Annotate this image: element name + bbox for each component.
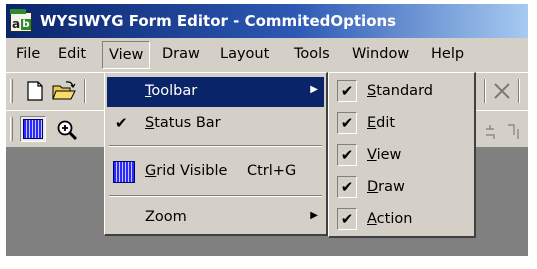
toolbar-grip[interactable] xyxy=(10,79,13,103)
grid-icon xyxy=(23,119,43,139)
align-icon[interactable] xyxy=(484,121,524,141)
form-editor-app-icon[interactable]: a b xyxy=(10,9,32,32)
toolbar-item-view[interactable]: ✔ View xyxy=(331,141,472,171)
view-menu-item-zoom[interactable]: Zoom ▶ xyxy=(107,203,324,233)
menu-view[interactable]: View xyxy=(102,41,151,69)
view-menu-item-toolbar[interactable]: Toolbar ▶ xyxy=(107,77,324,107)
view-menu: Toolbar ▶ ✔ Status Bar Grid Visible Ctrl… xyxy=(104,72,328,236)
menu-file[interactable]: File xyxy=(16,46,40,62)
menu-tools[interactable]: Tools xyxy=(294,46,330,62)
menu-window[interactable]: Window xyxy=(352,46,409,62)
checkmark-icon: ✔ xyxy=(337,80,357,102)
checkmark-icon: ✔ xyxy=(115,114,128,132)
checkmark-icon: ✔ xyxy=(337,144,357,166)
toolbar-separator xyxy=(484,79,486,103)
view-menu-item-status-bar[interactable]: ✔ Status Bar xyxy=(107,109,324,139)
menu-draw[interactable]: Draw xyxy=(162,46,200,62)
toolbar-item-edit[interactable]: ✔ Edit xyxy=(331,109,472,139)
menu-help[interactable]: Help xyxy=(431,46,464,62)
toolbar-item-draw[interactable]: ✔ Draw xyxy=(331,173,472,203)
toolbar-separator xyxy=(84,79,86,103)
menu-bar: File Edit View Draw Layout Tools Window … xyxy=(6,38,528,72)
toolbar-item-action[interactable]: ✔ Action xyxy=(331,205,472,235)
menu-layout[interactable]: Layout xyxy=(220,46,269,62)
app-window: a b WYSIWYG Form Editor - CommitedOption… xyxy=(6,4,528,256)
submenu-arrow-icon: ▶ xyxy=(310,210,318,221)
toolbar-grip[interactable] xyxy=(10,117,13,141)
toolbar-submenu: ✔ Standard ✔ Edit ✔ View ✔ Draw ✔ Action xyxy=(328,72,476,238)
grid-toggle-button[interactable] xyxy=(20,116,46,142)
toolbar-separator xyxy=(518,79,520,103)
checkmark-icon: ✔ xyxy=(337,176,357,198)
checkmark-icon: ✔ xyxy=(337,208,357,230)
view-menu-item-grid-visible[interactable]: Grid Visible Ctrl+G xyxy=(107,157,324,187)
zoom-in-icon[interactable] xyxy=(56,119,78,141)
open-folder-icon[interactable] xyxy=(52,81,76,101)
delete-x-icon[interactable] xyxy=(492,81,512,101)
submenu-arrow-icon: ▶ xyxy=(310,84,318,95)
shortcut-label: Ctrl+G xyxy=(247,163,297,179)
new-document-icon[interactable] xyxy=(26,81,44,101)
checkmark-icon: ✔ xyxy=(337,112,357,134)
toolbar-item-standard[interactable]: ✔ Standard xyxy=(331,77,472,107)
menu-separator xyxy=(109,195,322,197)
title-bar[interactable]: a b WYSIWYG Form Editor - CommitedOption… xyxy=(6,4,528,38)
grid-icon xyxy=(113,161,135,183)
menu-edit[interactable]: Edit xyxy=(58,46,86,62)
menu-separator xyxy=(109,145,322,147)
window-title: WYSIWYG Form Editor - CommitedOptions xyxy=(40,12,397,30)
